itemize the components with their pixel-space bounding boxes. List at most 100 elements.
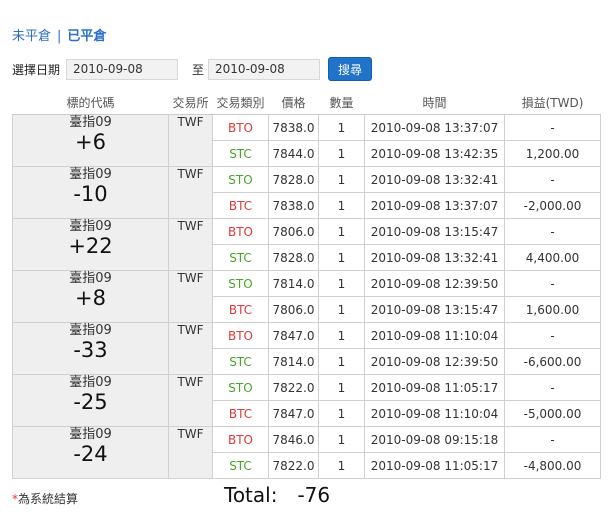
symbol-cell: 臺指09 -33 — [12, 322, 169, 375]
price-cell: 7806.0 — [268, 218, 319, 245]
time-cell: 2010-09-08 12:39:50 — [364, 348, 505, 375]
symbol-cell: 臺指09 -10 — [12, 166, 169, 219]
quantity-cell: 1 — [318, 140, 365, 167]
date-filter-bar: 選擇日期 至 搜尋 — [12, 56, 373, 82]
time-cell: 2010-09-08 13:42:35 — [364, 140, 505, 167]
time-cell: 2010-09-08 13:37:07 — [364, 192, 505, 219]
trade-type-cell: STO — [212, 270, 269, 297]
pnl-cell: - — [504, 374, 601, 401]
trade-type-cell: BTO — [212, 426, 269, 453]
quantity-cell: 1 — [318, 426, 365, 453]
total-summary: Total: -76 — [224, 483, 330, 507]
tab-closed-positions[interactable]: 已平倉 — [67, 29, 106, 44]
tab-open-positions[interactable]: 未平倉 — [12, 29, 51, 44]
price-cell: 7822.0 — [268, 374, 319, 401]
price-cell: 7828.0 — [268, 166, 319, 193]
symbol-name: 臺指09 — [69, 115, 112, 130]
time-cell: 2010-09-08 12:39:50 — [364, 270, 505, 297]
pnl-cell: -6,600.00 — [504, 348, 601, 375]
price-cell: 7814.0 — [268, 270, 319, 297]
pnl-cell: -4,800.00 — [504, 452, 601, 479]
start-date-input[interactable] — [66, 58, 179, 80]
table-row: 臺指09 -10 TWF STO 7828.0 1 2010-09-08 13:32:41- — [12, 166, 601, 219]
quantity-cell: 1 — [318, 114, 365, 141]
quantity-cell: 1 — [318, 400, 365, 427]
points-value: +8 — [75, 286, 106, 310]
trade-type-cell: STC — [212, 348, 269, 375]
footer-note: *為系統結算 — [12, 490, 78, 507]
symbol-name: 臺指09 — [69, 271, 112, 286]
closed-positions-table: 標的代碼 交易所 交易類別 價格 數量 時間 損益(TWD) 臺指09 +6 TWF… — [12, 90, 601, 479]
price-cell: 7828.0 — [268, 244, 319, 271]
quantity-cell: 1 — [318, 296, 365, 323]
symbol-cell: 臺指09 +22 — [12, 218, 169, 271]
symbol-cell: 臺指09 +8 — [12, 270, 169, 323]
trade-type-cell: STO — [212, 166, 269, 193]
symbol-name: 臺指09 — [69, 323, 112, 338]
exchange-cell: TWF — [168, 218, 213, 271]
quantity-cell: 1 — [318, 270, 365, 297]
points-value: -25 — [73, 390, 108, 414]
symbol-name: 臺指09 — [69, 375, 112, 390]
tab-separator: | — [57, 29, 62, 44]
symbol-cell: 臺指09 -25 — [12, 374, 169, 427]
end-date-input[interactable] — [208, 58, 321, 80]
table-row: 臺指09 -24 TWF BTO 7846.0 1 2010-09-08 09:15:18- — [12, 426, 601, 479]
pnl-cell: -2,000.00 — [504, 192, 601, 219]
column-header-time: 時間 — [364, 90, 505, 115]
exchange-cell: TWF — [168, 270, 213, 323]
quantity-cell: 1 — [318, 244, 365, 271]
trade-type-cell: STC — [212, 140, 269, 167]
pnl-cell: - — [504, 270, 601, 297]
trade-type-cell: BTC — [212, 296, 269, 323]
quantity-cell: 1 — [318, 452, 365, 479]
column-header-symbol: 標的代碼 — [12, 90, 169, 115]
trade-type-cell: BTC — [212, 192, 269, 219]
column-header-price: 價格 — [268, 90, 319, 115]
exchange-cell: TWF — [168, 114, 213, 167]
price-cell: 7844.0 — [268, 140, 319, 167]
time-cell: 2010-09-08 11:10:04 — [364, 322, 505, 349]
table-header-row: 標的代碼 交易所 交易類別 價格 數量 時間 損益(TWD) — [12, 90, 601, 115]
symbol-cell: 臺指09 +6 — [12, 114, 169, 167]
pnl-cell: - — [504, 218, 601, 245]
table-row: 臺指09 +8 TWF STO 7814.0 1 2010-09-08 12:39:50- — [12, 270, 601, 323]
points-value: -33 — [73, 338, 108, 362]
trade-type-cell: STC — [212, 244, 269, 271]
quantity-cell: 1 — [318, 192, 365, 219]
symbol-name: 臺指09 — [69, 427, 112, 442]
column-header-quantity: 數量 — [318, 90, 365, 115]
time-cell: 2010-09-08 13:37:07 — [364, 114, 505, 141]
quantity-cell: 1 — [318, 348, 365, 375]
time-cell: 2010-09-08 13:32:41 — [364, 244, 505, 271]
table-row: 臺指09 -25 TWF STO 7822.0 1 2010-09-08 11:05:17- — [12, 374, 601, 427]
price-cell: 7814.0 — [268, 348, 319, 375]
column-header-exchange: 交易所 — [168, 90, 213, 115]
trade-type-cell: STC — [212, 452, 269, 479]
date-range-to-label: 至 — [192, 62, 205, 77]
pnl-cell: - — [504, 114, 601, 141]
points-value: +22 — [68, 234, 113, 258]
exchange-cell: TWF — [168, 426, 213, 479]
search-button[interactable]: 搜尋 — [328, 57, 373, 81]
points-value: -24 — [73, 442, 108, 466]
symbol-name: 臺指09 — [69, 219, 112, 234]
time-cell: 2010-09-08 11:05:17 — [364, 374, 505, 401]
trade-type-cell: STO — [212, 374, 269, 401]
trade-type-cell: BTO — [212, 114, 269, 141]
pnl-cell: - — [504, 426, 601, 453]
price-cell: 7838.0 — [268, 192, 319, 219]
symbol-cell: 臺指09 -24 — [12, 426, 169, 479]
quantity-cell: 1 — [318, 322, 365, 349]
table-row: 臺指09 -33 TWF BTO 7847.0 1 2010-09-08 11:10:04- — [12, 322, 601, 375]
pnl-cell: 1,600.00 — [504, 296, 601, 323]
trade-type-cell: BTO — [212, 322, 269, 349]
pnl-cell: - — [504, 166, 601, 193]
table-row: 臺指09 +6 TWF BTO 7838.0 1 2010-09-08 13:37:07- — [12, 114, 601, 167]
time-cell: 2010-09-08 13:15:47 — [364, 296, 505, 323]
trade-type-cell: BTC — [212, 400, 269, 427]
pnl-cell: 1,200.00 — [504, 140, 601, 167]
time-cell: 2010-09-08 09:15:18 — [364, 426, 505, 453]
price-cell: 7838.0 — [268, 114, 319, 141]
exchange-cell: TWF — [168, 166, 213, 219]
